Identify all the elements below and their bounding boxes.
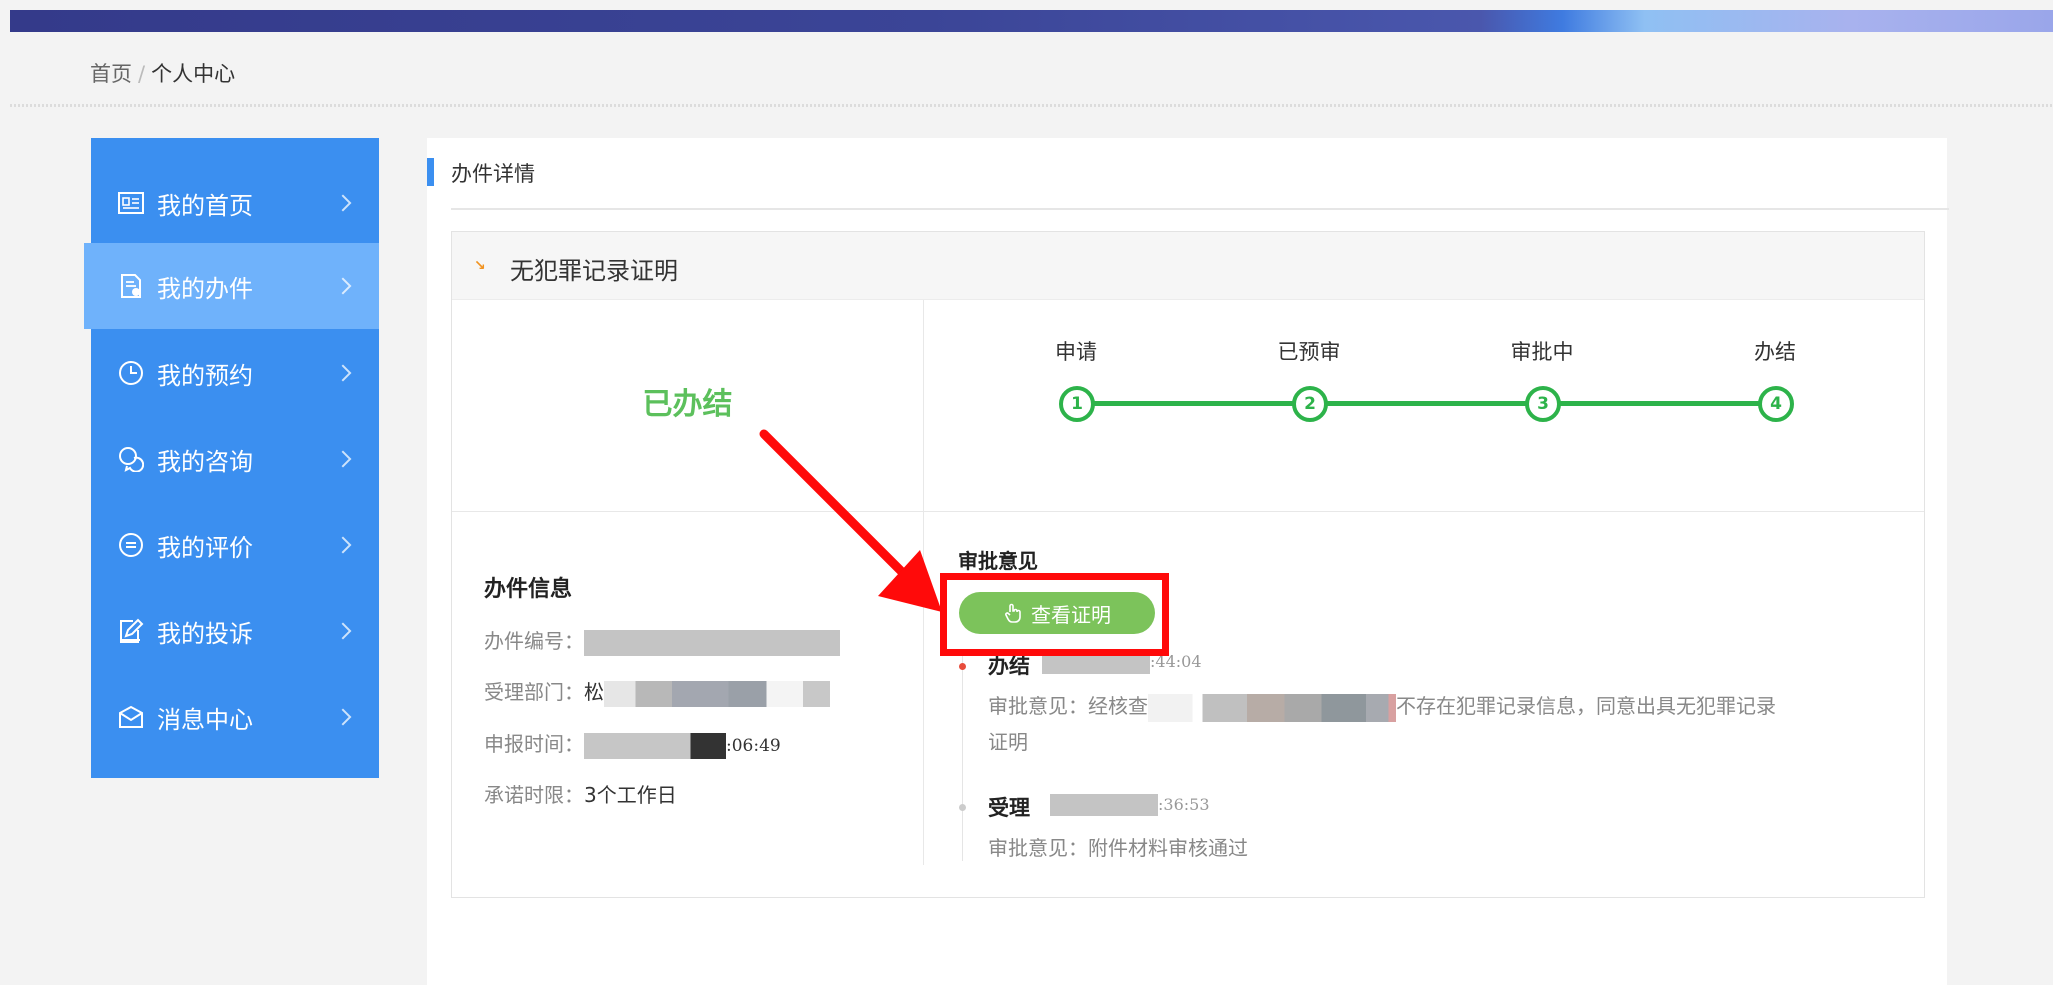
comment-icon	[117, 531, 145, 559]
row-divider	[452, 511, 1924, 512]
sidebar-item-label: 消息中心	[157, 705, 253, 734]
chevron-right-icon	[334, 708, 352, 726]
chevron-right-icon	[334, 277, 352, 295]
step-number-circle: 4	[1758, 386, 1794, 422]
chevron-right-icon	[334, 536, 352, 554]
breadcrumb: 首页 / 个人中心	[90, 58, 235, 88]
redacted-value	[584, 629, 840, 656]
sidebar-item-label: 我的首页	[157, 191, 253, 220]
sidebar-nav: 我的首页 我的办件 我的预约 我的咨询 我的评价 我的投诉 消息中心	[84, 138, 379, 778]
complaint-edit-icon	[117, 617, 145, 645]
view-certificate-label: 查看证明	[1031, 602, 1111, 627]
redacted-date	[1050, 794, 1158, 816]
opinion-text-suffix: 不存在犯罪记录信息，同意出具无犯罪记录	[1396, 694, 1776, 718]
sidebar-item-label: 我的预约	[157, 361, 253, 390]
step-label: 申请	[1055, 340, 1097, 364]
chevron-right-icon	[334, 194, 352, 212]
top-header-banner	[10, 10, 2053, 32]
envelope-icon	[117, 703, 145, 731]
timeline-opinion-text: 审批意见：附件材料审核通过	[988, 836, 1248, 860]
sidebar-item-complaints[interactable]: 我的投诉	[91, 588, 379, 674]
case-dept-value: 松	[584, 680, 604, 704]
arrow-bullet-icon: ↘	[474, 258, 486, 274]
sidebar-item-consultations[interactable]: 我的咨询	[91, 416, 379, 502]
step-number-circle: 1	[1059, 386, 1095, 422]
view-certificate-button[interactable]: 查看证明	[959, 592, 1155, 634]
case-card-header: ↘ 无犯罪记录证明	[452, 232, 1924, 300]
timeline-dot	[959, 663, 966, 670]
sidebar-item-label: 我的办件	[157, 274, 253, 303]
sidebar-item-messages[interactable]: 消息中心	[91, 674, 379, 760]
panel-title-accent	[427, 158, 434, 186]
chat-bubbles-icon	[117, 445, 145, 473]
redacted-value	[1148, 693, 1396, 722]
case-number-label: 办件编号：	[484, 629, 584, 653]
opinions-title: 审批意见	[958, 549, 1038, 573]
case-time-label: 申报时间：	[484, 732, 584, 756]
case-number-row: 办件编号：	[484, 625, 840, 656]
step-label: 已预审	[1277, 340, 1341, 364]
chevron-right-icon	[334, 364, 352, 382]
page-title: 办件详情	[451, 162, 535, 186]
case-deadline-row: 承诺时限：3个工作日	[484, 779, 677, 808]
sidebar-item-home[interactable]: 我的首页	[91, 160, 379, 246]
sidebar-item-label: 我的咨询	[157, 447, 253, 476]
sidebar-item-appointments[interactable]: 我的预约	[91, 330, 379, 416]
sidebar-item-cases[interactable]: 我的办件	[84, 243, 379, 329]
step-number-circle: 2	[1292, 386, 1328, 422]
case-deadline-label: 承诺时限：	[484, 783, 584, 807]
header-divider	[10, 104, 2053, 107]
case-time-value: :06:49	[726, 736, 781, 756]
redacted-value	[604, 680, 830, 707]
breadcrumb-current: 个人中心	[151, 62, 236, 86]
case-card: ↘ 无犯罪记录证明 已办结 申请 1 已预审 2 审批中 3 办结 4 办件信息…	[451, 231, 1925, 898]
timeline-dot	[959, 804, 966, 811]
sidebar-item-label: 我的投诉	[157, 619, 253, 648]
document-stamp-icon	[117, 272, 145, 300]
breadcrumb-home-link[interactable]: 首页	[90, 62, 132, 86]
step-label: 办结	[1754, 340, 1796, 364]
chevron-right-icon	[334, 622, 352, 640]
sidebar-item-reviews[interactable]: 我的评价	[91, 502, 379, 588]
timeline-line	[962, 656, 963, 861]
clock-icon	[117, 359, 145, 387]
timeline-label-accepted: 受理	[988, 796, 1030, 820]
breadcrumb-separator: /	[138, 62, 146, 86]
timeline-label-completed: 办结	[988, 654, 1030, 678]
step-label: 审批中	[1510, 340, 1574, 364]
case-dept-row: 受理部门：松	[484, 676, 830, 707]
case-info-title: 办件信息	[484, 577, 573, 602]
column-divider	[923, 300, 924, 865]
case-time-row: 申报时间： :06:49	[484, 728, 781, 759]
opinion-text-line2: 证明	[988, 730, 1028, 754]
sidebar-item-label: 我的评价	[157, 533, 253, 562]
case-deadline-value: 3个工作日	[584, 783, 677, 807]
case-dept-label: 受理部门：	[484, 680, 584, 704]
panel-divider	[451, 208, 1949, 210]
timeline-opinion-text: 审批意见：经核查 不存在犯罪记录信息，同意出具无犯罪记录证明	[988, 688, 1868, 760]
timeline-time: :36:53	[1158, 795, 1210, 814]
timeline-time: :44:04	[1150, 652, 1202, 671]
case-title: 无犯罪记录证明	[510, 257, 678, 285]
hand-pointer-icon	[1003, 603, 1023, 623]
step-number-circle: 3	[1525, 386, 1561, 422]
redacted-date	[1042, 652, 1150, 674]
opinion-text-prefix: 审批意见：经核查	[988, 694, 1148, 718]
redacted-value	[584, 732, 726, 759]
progress-line	[1076, 401, 1775, 406]
case-status: 已办结	[642, 387, 733, 422]
chevron-right-icon	[334, 450, 352, 468]
home-card-icon	[117, 189, 145, 217]
